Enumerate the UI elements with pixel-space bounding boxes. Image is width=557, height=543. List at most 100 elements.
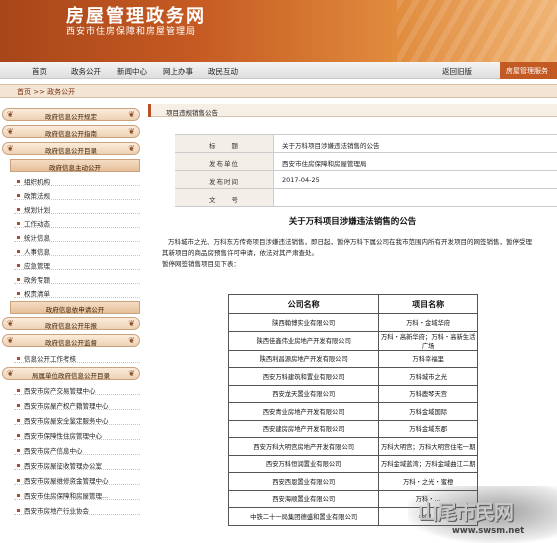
table-row: 陕西翰博实业有限公司 万科・金域华府 xyxy=(227,313,478,332)
sidebar-unit-item[interactable]: 西安市住房保障和房屋管理... xyxy=(14,488,140,500)
sidebar-item-powers[interactable]: 权责清单 xyxy=(14,286,140,298)
bullet-icon xyxy=(17,264,20,267)
table-cell: 西安万科恒润置业有限公司 xyxy=(227,454,380,473)
ornament-icon: ❦ xyxy=(128,127,135,136)
sidebar-unit-item[interactable]: 西安市房屋产权产籍管理中心 xyxy=(14,398,140,410)
bullet-icon xyxy=(17,194,20,197)
sidebar-unit-item[interactable]: 西安市房地产行业协会 xyxy=(14,503,140,515)
table-cell: 万科金域东郡 xyxy=(378,419,478,438)
table-header-project: 项目名称 xyxy=(378,294,478,314)
table-cell: 陕西佳鑫伟业房地产开发有限公司 xyxy=(227,330,380,351)
sidebar-btn-annual-report[interactable]: ❦ 政府信息公开年报 ❦ xyxy=(2,317,140,330)
sidebar-unit-item[interactable]: 西安市房产交易管理中心 xyxy=(14,383,140,395)
sidebar-btn-label: 政府信息公开年报 xyxy=(45,322,97,330)
sidebar-item-label: 西安市房屋维修资金管理中心 xyxy=(24,477,109,485)
sidebar-item-label: 政务专题 xyxy=(24,276,50,284)
sidebar-btn-label: 政府信息公开规定 xyxy=(45,113,97,121)
sidebar-item-label: 西安市房地产行业协会 xyxy=(24,507,89,515)
bullet-icon xyxy=(17,404,20,407)
bullet-icon xyxy=(17,208,20,211)
sidebar-btn-unit-catalog[interactable]: ❦ 局属单位政府信息公开目录 ❦ xyxy=(2,367,140,380)
sidebar: ❦ 政府信息公开规定 ❦ ❦ 政府信息公开指南 ❦ ❦ 政府信息公开目录 ❦ 政府信息主动公… xyxy=(0,104,142,543)
return-old-version-link[interactable]: 返回旧版 xyxy=(442,66,472,77)
nav-news[interactable]: 新闻中心 xyxy=(117,66,147,77)
sidebar-unit-item[interactable]: 西安市房屋安全鉴定服务中心 xyxy=(14,413,140,425)
sidebar-item-topics[interactable]: 政务专题 xyxy=(14,272,140,284)
table-header-company: 公司名称 xyxy=(227,294,380,314)
sidebar-item-label: 西安市房屋安全鉴定服务中心 xyxy=(24,417,109,425)
sidebar-btn-rules[interactable]: ❦ 政府信息公开规定 ❦ xyxy=(2,108,140,121)
body-paragraph: 万科城市之光、万科东方传奇项目涉嫌违法销售，即日起，暂停万科下属公司在我市范围内… xyxy=(168,238,532,246)
nav-gov-affairs[interactable]: 政务公开 xyxy=(71,66,101,77)
meta-label: 发布单位 xyxy=(175,153,274,170)
table-cell: 西安西恩置业有限公司 xyxy=(227,472,380,491)
table-cell: 陕西翰博实业有限公司 xyxy=(227,313,380,332)
site-subtitle: 西安市住房保障和房屋管理局 xyxy=(66,27,197,37)
sidebar-btn-label: 政府信息公开目录 xyxy=(45,147,97,155)
ornament-icon: ❦ xyxy=(7,110,14,119)
sidebar-item-label: 权责清单 xyxy=(24,290,50,298)
sidebar-unit-item[interactable]: 西安市房屋征收管理办公室 xyxy=(14,458,140,470)
sidebar-btn-supervision[interactable]: ❦ 政府信息公开监督 ❦ xyxy=(2,334,140,347)
table-row: 西安万科恒润置业有限公司 万科金域蓝湾；万科金域曲江二期 xyxy=(227,454,478,473)
sidebar-item-label: 西安市保障性住房管理中心 xyxy=(24,432,102,440)
meta-value: 2017-04-25 xyxy=(282,176,320,184)
sidebar-item-label: 政策法规 xyxy=(24,192,50,200)
bullet-icon xyxy=(17,419,20,422)
sidebar-item-stats[interactable]: 统计信息 xyxy=(14,230,140,242)
table-cell: 万科・金域华府 xyxy=(378,313,478,332)
breadcrumb-text[interactable]: 首页 >> 政务公开 xyxy=(17,87,75,97)
sidebar-btn-guide[interactable]: ❦ 政府信息公开指南 ❦ xyxy=(2,125,140,138)
table-cell: 陕西利昌源房地产开发有限公司 xyxy=(227,349,380,368)
sidebar-item-label: 组织机构 xyxy=(24,178,50,186)
table-row: 西安万科建筑和置业有限公司 万科城市之光 xyxy=(227,367,478,386)
ornament-icon: ❦ xyxy=(128,336,135,345)
sidebar-item-assessment[interactable]: 信息公开工作考核 xyxy=(14,351,140,363)
banner-decoration xyxy=(397,0,557,62)
ornament-icon: ❦ xyxy=(128,144,135,153)
ornament-icon: ❦ xyxy=(128,110,135,119)
table-header-row: 公司名称 项目名称 xyxy=(227,294,478,314)
document-title: 关于万科项目涉嫌违法销售的公告 xyxy=(288,217,417,227)
sidebar-item-org[interactable]: 组织机构 xyxy=(14,174,140,186)
sidebar-btn-label: 政府信息公开指南 xyxy=(45,130,97,138)
sidebar-item-policy[interactable]: 政策法规 xyxy=(14,188,140,200)
housing-service-button[interactable]: 房屋管理服务 xyxy=(500,62,557,79)
sidebar-item-plan[interactable]: 规划计划 xyxy=(14,202,140,214)
table-cell: 西安海顺置业有限公司 xyxy=(227,489,380,508)
meta-row-unit: 发布单位 西安市住房保障和房屋管理局 xyxy=(175,153,557,171)
sidebar-item-work[interactable]: 工作动态 xyxy=(14,216,140,228)
sidebar-head-apply-disclosure[interactable]: 政府信息依申请公开 xyxy=(10,301,140,314)
section-header-bar xyxy=(148,104,151,117)
sidebar-item-emergency[interactable]: 应急管理 xyxy=(14,258,140,270)
table-cell: 万科幸福里 xyxy=(378,349,478,368)
meta-label: 文 号 xyxy=(175,189,274,206)
nav-interaction[interactable]: 政民互动 xyxy=(208,66,238,77)
nav-home[interactable]: 首页 xyxy=(32,66,47,77)
sidebar-btn-label: 局属单位政府信息公开目录 xyxy=(32,372,110,380)
sidebar-item-label: 应急管理 xyxy=(24,262,50,270)
meta-row-docno: 文 号 xyxy=(175,189,557,207)
bullet-icon xyxy=(17,464,20,467)
sidebar-head-active-disclosure[interactable]: 政府信息主动公开 xyxy=(10,159,140,172)
table-cell: 西安青业房地产开发有限公司 xyxy=(227,402,380,421)
sidebar-btn-label: 政府信息公开监督 xyxy=(45,339,97,347)
sidebar-unit-item[interactable]: 西安市保障性住房管理中心 xyxy=(14,428,140,440)
sidebar-btn-catalog[interactable]: ❦ 政府信息公开目录 ❦ xyxy=(2,142,140,155)
sidebar-item-label: 西安市房屋产权产籍管理中心 xyxy=(24,402,109,410)
nav-online-service[interactable]: 网上办事 xyxy=(163,66,193,77)
sidebar-item-label: 西安市房屋征收管理办公室 xyxy=(24,462,102,470)
sidebar-item-personnel[interactable]: 人事信息 xyxy=(14,244,140,256)
ornament-icon: ❦ xyxy=(7,319,14,328)
watermark-url: www.swsm.net xyxy=(452,526,525,536)
sidebar-unit-item[interactable]: 西安市房产信息中心 xyxy=(14,443,140,455)
table-cell: 西安建房房地产开发有限公司 xyxy=(227,419,380,438)
section-header: 项目违规销售公告 xyxy=(148,104,557,117)
table-row: 西安龙天置业有限公司 万科鹿琴天宫 xyxy=(227,384,478,403)
meta-row-title: 标 题 关于万科项目涉嫌违法销售的公告 xyxy=(175,135,557,153)
sidebar-unit-item[interactable]: 西安市房屋维修资金管理中心 xyxy=(14,473,140,485)
main-content: 项目违规销售公告 标 题 关于万科项目涉嫌违法销售的公告 发布单位 西安市住房保… xyxy=(148,104,557,543)
table-row: 西安青业房地产开发有限公司 万科金域国际 xyxy=(227,402,478,421)
sidebar-item-label: 工作动态 xyxy=(24,220,50,228)
bullet-icon xyxy=(17,494,20,497)
